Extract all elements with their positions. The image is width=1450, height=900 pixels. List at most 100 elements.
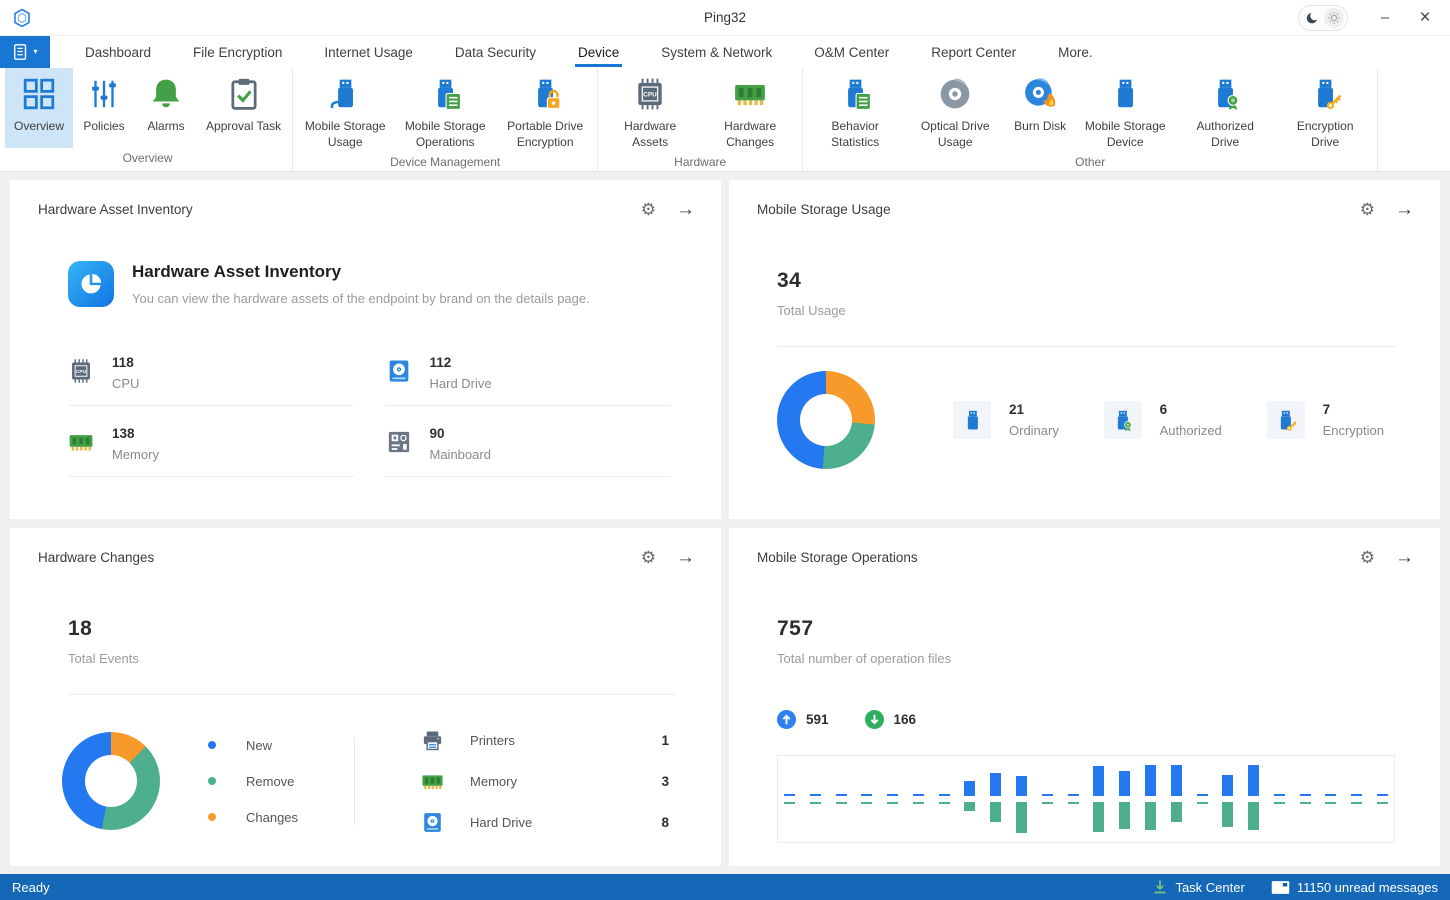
minimize-button[interactable]: – [1368, 4, 1402, 32]
upload-zero-dash [887, 794, 898, 796]
panel-title: Hardware Changes [38, 550, 154, 565]
arrow-right-icon[interactable]: → [1395, 200, 1414, 219]
ribbon-item-behavior-statistics[interactable]: Behavior Statistics [805, 68, 905, 152]
panel-hardware-changes: Hardware Changes ⚙ → 18 Total Events New… [10, 528, 721, 867]
ribbon-item-portable-drive-encryption[interactable]: Portable Drive Encryption [495, 68, 595, 152]
app-menu-button[interactable]: ▾ [0, 36, 50, 68]
gear-icon[interactable]: ⚙ [641, 549, 656, 566]
stat-value: 21 [1009, 402, 1059, 417]
download-zero-dash [939, 802, 950, 804]
upload-zero-dash [1300, 794, 1311, 796]
ribbon-item-alarms[interactable]: Alarms [135, 68, 197, 148]
printer-icon [421, 729, 444, 752]
op-bar-column [1248, 765, 1259, 833]
inventory-hero: Hardware Asset Inventory You can view th… [68, 261, 721, 307]
tab-o-m-center[interactable]: O&M Center [793, 36, 910, 68]
upload-zero-dash [1197, 794, 1208, 796]
tab-file-encryption[interactable]: File Encryption [172, 36, 303, 68]
op-down-zone [887, 802, 898, 833]
ribbon-item-authorized-drive[interactable]: Authorized Drive [1175, 68, 1275, 152]
inventory-hero-title: Hardware Asset Inventory [132, 262, 590, 282]
ribbon-item-mobile-storage-operations[interactable]: Mobile Storage Operations [395, 68, 495, 152]
ribbon-item-label: Mobile Storage Usage [304, 119, 386, 150]
tab-system-network[interactable]: System & Network [640, 36, 793, 68]
usb-lock-icon [528, 77, 562, 111]
op-up-zone [887, 765, 898, 796]
download-zero-dash [1197, 802, 1208, 804]
upload-zero-dash [861, 794, 872, 796]
tab-report-center[interactable]: Report Center [910, 36, 1037, 68]
tab-more[interactable]: More. [1037, 36, 1114, 68]
tab-dashboard[interactable]: Dashboard [64, 36, 172, 68]
download-zero-dash [1325, 802, 1336, 804]
ribbon-item-label: Hardware Assets [609, 119, 691, 150]
op-down-zone [1222, 802, 1233, 833]
op-up-zone [990, 765, 1001, 796]
stat-text: 118CPU [112, 355, 139, 391]
task-center-link[interactable]: Task Center [1175, 880, 1244, 895]
gear-icon[interactable]: ⚙ [1360, 549, 1375, 566]
arrow-right-icon[interactable]: → [676, 548, 695, 567]
tab-internet-usage[interactable]: Internet Usage [303, 36, 434, 68]
changes-item-value: 8 [662, 815, 670, 830]
close-button[interactable]: × [1408, 4, 1442, 32]
op-down-zone [861, 802, 872, 833]
changes-item-list: Printers1Memory3Hard Drive8 [421, 729, 669, 834]
download-bar [964, 802, 975, 811]
op-bar-column [784, 765, 795, 833]
op-down-zone [964, 802, 975, 833]
arrow-right-icon[interactable]: → [1395, 548, 1414, 567]
ribbon-item-hardware-changes[interactable]: Hardware Changes [700, 68, 800, 152]
op-up-zone [1377, 765, 1388, 796]
upload-zero-dash [1274, 794, 1285, 796]
ribbon-item-approval-task[interactable]: Approval Task [197, 68, 290, 148]
sun-icon[interactable] [1324, 8, 1344, 28]
op-bar-column [810, 765, 821, 833]
ribbon-toolbar: OverviewPoliciesAlarmsApproval TaskOverv… [0, 68, 1450, 172]
stat-value: 6 [1160, 402, 1222, 417]
theme-toggle[interactable] [1298, 5, 1348, 31]
download-zero-dash [836, 802, 847, 804]
op-bar-column [1093, 765, 1104, 833]
upload-zero-dash [810, 794, 821, 796]
op-up-zone [1145, 765, 1156, 796]
ribbon-item-label: Portable Drive Encryption [504, 119, 586, 150]
op-bar-column [887, 765, 898, 833]
burn-disk-icon [1023, 77, 1057, 111]
ribbon-item-overview[interactable]: Overview [5, 68, 73, 148]
op-up-zone [861, 765, 872, 796]
legend-dot [208, 777, 216, 785]
ribbon-item-optical-drive-usage[interactable]: Optical Drive Usage [905, 68, 1005, 152]
op-bar-column [913, 765, 924, 833]
tab-data-security[interactable]: Data Security [434, 36, 557, 68]
op-bar-column [990, 765, 1001, 833]
changes-item-value: 3 [662, 774, 670, 789]
title-bar: Ping32 – × [0, 0, 1450, 36]
pie-chart-icon [68, 261, 114, 307]
ribbon-item-burn-disk[interactable]: Burn Disk [1005, 68, 1075, 152]
op-bar-column [1377, 765, 1388, 833]
ribbon-item-policies[interactable]: Policies [73, 68, 135, 148]
changes-item-label: Memory [470, 774, 661, 789]
gear-icon[interactable]: ⚙ [1360, 201, 1375, 218]
gear-icon[interactable]: ⚙ [641, 201, 656, 218]
stat-text: 6Authorized [1160, 402, 1222, 438]
mainboard-icon [386, 429, 412, 455]
usb-key-icon [1274, 409, 1297, 432]
upload-zero-dash [784, 794, 795, 796]
unread-messages-link[interactable]: 11150 unread messages [1297, 880, 1438, 895]
panel-title: Mobile Storage Operations [757, 550, 918, 565]
moon-icon[interactable] [1302, 8, 1322, 28]
ribbon-item-encryption-drive[interactable]: Encryption Drive [1275, 68, 1375, 152]
ribbon-item-mobile-storage-usage[interactable]: Mobile Storage Usage [295, 68, 395, 152]
changes-total-label: Total Events [68, 651, 721, 666]
ribbon-item-mobile-storage-device[interactable]: Mobile Storage Device [1075, 68, 1175, 152]
op-up-zone [810, 765, 821, 796]
changes-item-hard-drive: Hard Drive8 [421, 811, 669, 834]
arrow-right-icon[interactable]: → [676, 200, 695, 219]
tab-device[interactable]: Device [557, 36, 640, 68]
ribbon-item-hardware-assets[interactable]: CPUHardware Assets [600, 68, 700, 152]
ribbon-item-label: Authorized Drive [1184, 119, 1266, 150]
inventory-hero-description: You can view the hardware assets of the … [132, 291, 590, 306]
upload-bar [1145, 765, 1156, 796]
